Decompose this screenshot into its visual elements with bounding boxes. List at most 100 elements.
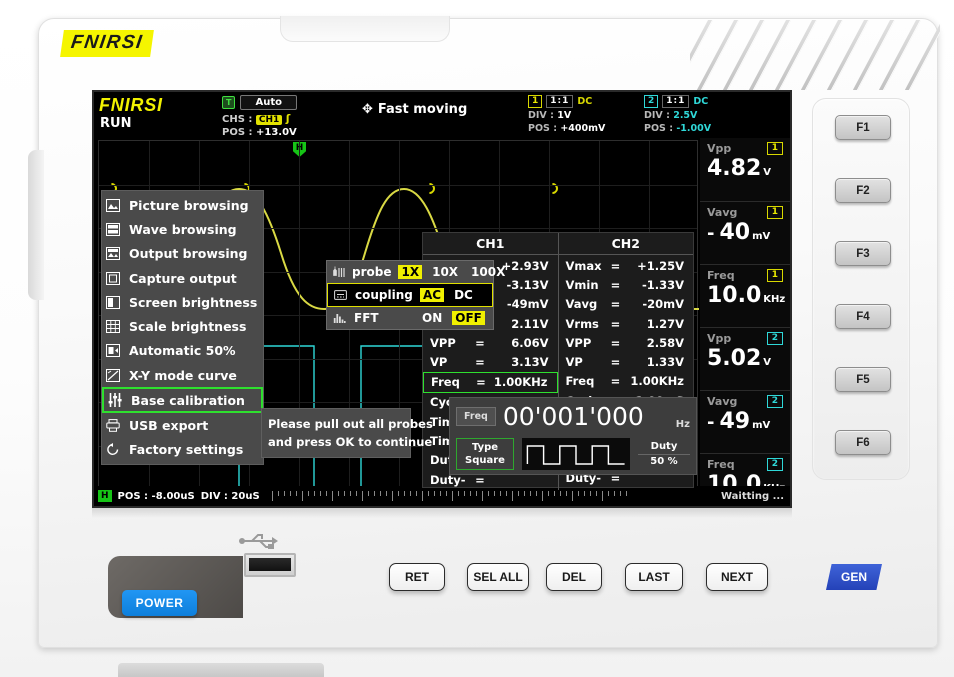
channel-1-info[interactable]: 1 1:1 DC DIV : 1V POS : +400mV (528, 95, 605, 134)
probe-popup-row-coupling[interactable]: coupling AC DC (327, 283, 493, 307)
function-key-f1[interactable]: F1 (835, 115, 891, 140)
probe-popup-row-probe[interactable]: probe 1X 10X 100X (327, 261, 505, 283)
menu-item-base-calibration[interactable]: Base calibration (102, 387, 263, 414)
side-measurement-vavg-ch2[interactable]: Vavg 2-49 mV (700, 390, 790, 453)
menu-item-factory-settings[interactable]: Factory settings (102, 438, 263, 462)
probe-settings-popup[interactable]: probe 1X 10X 100X coupling AC DC FFT ON OFF (326, 260, 505, 330)
side-measurement-channel-badge: 2 (766, 332, 783, 345)
ruler-tick (601, 490, 603, 501)
measurement-equals: = (475, 335, 485, 350)
measurement-equals: = (476, 375, 486, 390)
side-measurement-vpp-ch2[interactable]: Vpp 2 5.02 V (700, 327, 790, 390)
oscilloscope-screen[interactable]: FNIRSI RUN T Auto CHS : CH1 ʃ POS : +13.… (92, 90, 792, 508)
channel-2-info[interactable]: 2 1:1 DC DIV : 2.5V POS : -1.00V (644, 95, 711, 134)
measurement-row[interactable]: VPP = 2.58V (559, 333, 694, 352)
signal-generator-panel[interactable]: Freq 00'001'000 Hz Type Square Duty 50 % (449, 397, 697, 475)
measurement-header-ch2: CH2 (611, 236, 640, 251)
function-key-f2[interactable]: F2 (835, 178, 891, 203)
channel-2-pos-value: -1.00V (676, 123, 712, 134)
menu-item-usb-export[interactable]: USB export (102, 413, 263, 437)
menu-item-screen-brightness[interactable]: Screen brightness (102, 290, 263, 314)
side-measurement-value-row: -40 mV (707, 220, 783, 245)
measurement-row[interactable]: VPP = 6.06V (423, 333, 558, 352)
menu-item-automatic-50[interactable]: Automatic 50% (102, 339, 263, 363)
usb-port[interactable] (244, 553, 296, 577)
settings-menu[interactable]: Picture browsing Wave browsing Output brow… (101, 190, 264, 465)
trigger-mode[interactable]: Auto (240, 95, 297, 110)
menu-item-label: Base calibration (131, 392, 245, 408)
measurement-row[interactable]: Vmax = +1.25V (559, 256, 694, 275)
brightness-icon (105, 295, 121, 310)
chs-value[interactable]: CH1 (255, 115, 283, 125)
button-del[interactable]: DEL (546, 563, 602, 591)
menu-item-capture-output[interactable]: Capture output (102, 266, 263, 290)
button-ret[interactable]: RET (389, 563, 445, 591)
measurement-key: Vavg (565, 297, 598, 312)
menu-item-output-browsing[interactable]: Output browsing (102, 242, 263, 266)
gen-button[interactable]: GEN (826, 564, 882, 590)
measurement-row[interactable]: Freq = 1.00KHz (559, 372, 694, 391)
output-browse-icon (105, 246, 121, 261)
generator-frequency-value[interactable]: 00'001'000 (503, 404, 669, 429)
ruler-tick (433, 490, 435, 496)
wave-browse-icon (105, 222, 121, 237)
horizontal-pos[interactable]: POS : -8.00uS (118, 491, 195, 502)
function-key-f4[interactable]: F4 (835, 304, 891, 329)
side-measurement-vpp-ch1[interactable]: Vpp 1 4.82 V (700, 138, 790, 201)
menu-item-picture-browsing[interactable]: Picture browsing (102, 193, 263, 217)
ruler-tick (391, 490, 393, 501)
generator-mode-button[interactable]: Freq (456, 406, 496, 426)
option-off[interactable]: OFF (452, 311, 485, 325)
power-button[interactable]: POWER (122, 590, 197, 616)
function-key-panel: F1 F2 F3 F4 F5 F6 (812, 98, 910, 480)
function-key-f6[interactable]: F6 (835, 430, 891, 455)
side-measurement-value-row: 5.02 V (707, 346, 783, 371)
generator-type-button[interactable]: Type Square (456, 438, 514, 470)
side-measurement-panel[interactable]: Vpp 1 4.82 V Vavg 1-40 mV Freq 1 10.0 KHz Vpp 2 5.02 V… (700, 138, 790, 497)
option-on[interactable]: ON (419, 311, 445, 325)
ruler-tick (349, 490, 351, 496)
measurement-row[interactable]: Freq = 1.00KHz (423, 371, 558, 393)
ruler-tick (277, 490, 279, 496)
horizontal-div[interactable]: DIV : 20uS (201, 491, 260, 502)
ruler-tick (307, 490, 309, 496)
measurement-row[interactable]: VP = 3.13V (423, 352, 558, 371)
channel-1-div-row: DIV : 1V (528, 110, 605, 121)
option-1x[interactable]: 1X (398, 265, 423, 279)
ruler-tick (403, 490, 405, 496)
measurement-row[interactable]: Vmin = -1.33V (559, 275, 694, 294)
button-last[interactable]: LAST (625, 563, 683, 591)
button-sel-all[interactable]: SEL ALL (467, 563, 529, 591)
option-100x[interactable]: 100X (468, 265, 508, 279)
reset-icon (105, 442, 121, 457)
channel-2-coupling[interactable]: DC (693, 96, 708, 107)
menu-item-scale-brightness[interactable]: Scale brightness (102, 314, 263, 338)
option-ac[interactable]: AC (420, 288, 445, 302)
channel-1-ratio[interactable]: 1:1 (546, 95, 574, 108)
measurement-row[interactable]: Vrms = 1.27V (559, 314, 694, 333)
ruler-tick (613, 490, 615, 496)
probe-popup-row-FFT[interactable]: FFT ON OFF (327, 307, 493, 329)
option-10x[interactable]: 10X (429, 265, 461, 279)
measurement-key: VPP (565, 335, 592, 350)
timebase-ruler (271, 490, 709, 502)
measurement-equals: = (475, 355, 485, 370)
menu-item-x-y-mode-curve[interactable]: X-Y mode curve (102, 363, 263, 387)
button-next[interactable]: NEXT (706, 563, 768, 591)
measurement-row[interactable]: VP = 1.33V (559, 352, 694, 371)
menu-item-wave-browsing[interactable]: Wave browsing (102, 217, 263, 241)
ruler-tick (283, 490, 285, 496)
option-dc[interactable]: DC (451, 288, 476, 302)
trigger-block[interactable]: T Auto CHS : CH1 ʃ POS : +13.0V (222, 95, 340, 138)
generator-duty-button[interactable]: Duty 50 % (638, 440, 690, 469)
side-measurement-freq-ch1[interactable]: Freq 1 10.0 KHz (700, 264, 790, 327)
vent-slat (691, 20, 746, 90)
side-measurement-vavg-ch1[interactable]: Vavg 1-40 mV (700, 201, 790, 264)
channel-2-ratio[interactable]: 1:1 (662, 95, 690, 108)
function-key-f5[interactable]: F5 (835, 367, 891, 392)
channel-1-coupling[interactable]: DC (577, 96, 592, 107)
trigger-pos-label: POS : (222, 127, 253, 138)
measurement-row[interactable]: Vavg = -20mV (559, 295, 694, 314)
channel-2-div-value: 2.5V (673, 110, 698, 121)
function-key-f3[interactable]: F3 (835, 241, 891, 266)
